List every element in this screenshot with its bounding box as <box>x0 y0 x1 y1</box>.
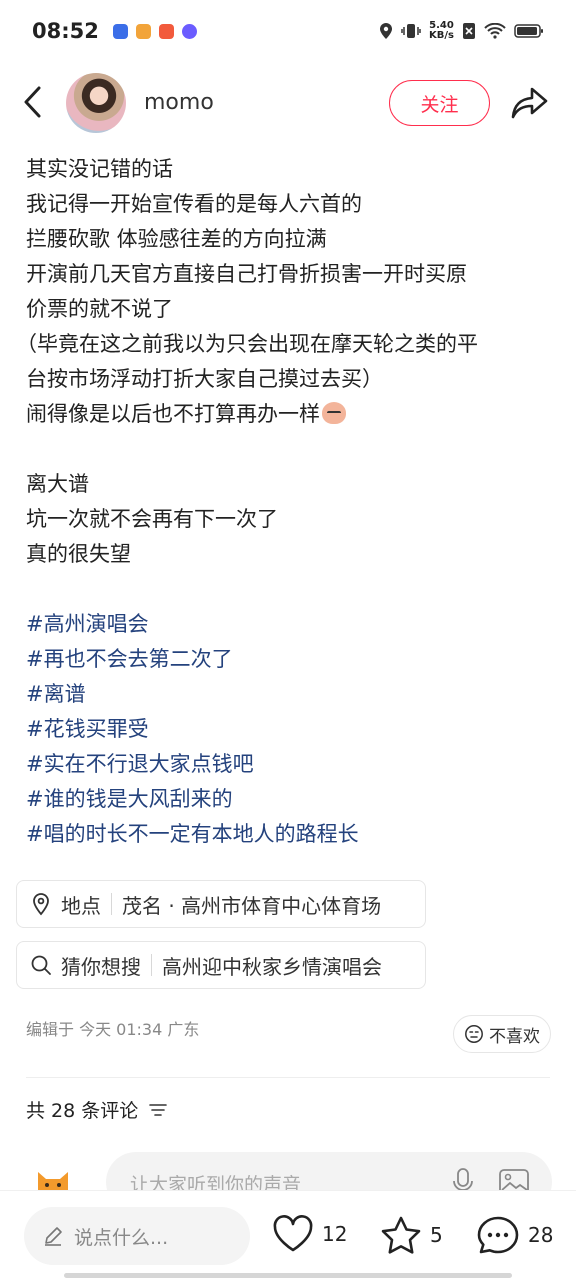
post-text-line: 坑一次就不会再有下一次了 <box>26 507 278 531</box>
net-speed: 5.40 KB/s <box>429 21 454 41</box>
app-notification-icon <box>181 23 197 39</box>
wifi-icon <box>484 23 506 39</box>
post-text-line: 价票的就不说了 <box>26 297 173 321</box>
app-notification-icon <box>135 23 151 39</box>
hashtag-link[interactable]: #谁的钱是大风刮来的 <box>26 782 556 817</box>
post-header: momo 关注 <box>0 66 576 140</box>
pencil-icon <box>45 1227 62 1246</box>
search-icon <box>31 955 51 975</box>
heart-icon <box>273 1215 313 1252</box>
net-speed-unit: KB/s <box>429 30 454 41</box>
search-suggestion-value: 高州迎中秋家乡情演唱会 <box>162 954 382 979</box>
share-icon[interactable] <box>510 84 550 122</box>
home-indicator[interactable] <box>64 1273 512 1278</box>
post-text-line: 离大谱 <box>26 472 89 496</box>
status-bar: 08:52 5.40 KB/s <box>0 0 576 62</box>
status-right: 5.40 KB/s <box>379 21 544 41</box>
post-text: 闹得像是以后也不打算再办一样 <box>26 402 320 426</box>
hashtag-link[interactable]: #再也不会去第二次了 <box>26 642 556 677</box>
app-notification-icon <box>158 23 174 39</box>
collect-button[interactable]: 5 <box>380 1215 443 1255</box>
hashtag-link[interactable]: #唱的时长不一定有本地人的路程长 <box>26 817 556 852</box>
app-notification-icon <box>112 23 128 39</box>
post-text-line: 真的很失望 <box>26 542 131 566</box>
chip-divider <box>151 954 152 976</box>
author-avatar[interactable] <box>66 73 126 133</box>
status-time: 08:52 <box>32 19 99 43</box>
location-status-icon <box>380 23 393 39</box>
hashtag-link[interactable]: #高州演唱会 <box>26 607 556 642</box>
back-arrow-icon[interactable] <box>20 84 46 120</box>
post-content: …………………………………………… 其实没记错的话 我记得一开始宣传看的是每人六… <box>16 138 556 852</box>
divider <box>26 1077 550 1078</box>
post-text-line: 开演前几天官方直接自己打骨折损害一开时买原 <box>26 262 467 286</box>
post-text-line: 其实没记错的话 <box>26 157 173 181</box>
comments-count-text: 共 28 条评论 <box>26 1100 139 1122</box>
sim-status-icon <box>463 23 475 39</box>
bottom-action-bar: 说点什么... 12 5 28 <box>0 1190 576 1280</box>
say-something-placeholder: 说点什么... <box>74 1226 169 1249</box>
post-text-line-with-emoji: 闹得像是以后也不打算再办一样 <box>26 397 556 432</box>
battery-icon <box>514 24 543 38</box>
post-text-line: 拦腰砍歌 体验感往差的方向拉满 <box>26 227 327 251</box>
post-text-line: （毕竟在这之前我以为只会出现在摩天轮之类的平 <box>16 332 478 356</box>
vibrate-icon <box>401 24 421 38</box>
follow-button[interactable]: 关注 <box>389 80 490 126</box>
star-icon <box>381 1216 421 1254</box>
peach-face-emoji-icon <box>322 402 346 424</box>
post-text-line: 我记得一开始宣传看的是每人六首的 <box>26 192 362 216</box>
dislike-button[interactable]: 不喜欢 <box>453 1015 551 1053</box>
say-something-input[interactable]: 说点什么... <box>24 1207 250 1265</box>
search-suggestion-chip[interactable]: 猜你想搜 高州迎中秋家乡情演唱会 <box>16 941 426 989</box>
comment-count: 28 <box>528 1223 554 1247</box>
like-button[interactable]: 12 <box>272 1215 347 1253</box>
neutral-face-icon <box>465 1025 483 1043</box>
location-chip[interactable]: 地点 茂名 · 高州市体育中心体育场 <box>16 880 426 928</box>
collect-count: 5 <box>430 1223 443 1247</box>
dislike-label: 不喜欢 <box>489 1026 540 1047</box>
search-suggestion-label: 猜你想搜 <box>61 954 141 979</box>
status-app-icons <box>112 23 197 39</box>
comment-button[interactable]: 28 <box>476 1215 553 1255</box>
location-pin-icon <box>33 893 49 916</box>
clipped-line-wrapper: …………………………………………… <box>26 138 556 152</box>
comments-count-heading: 共 28 条评论 <box>26 1096 168 1123</box>
post-text-line: 台按市场浮动打折大家自己摸过去买） <box>26 367 383 391</box>
chip-divider <box>111 893 112 915</box>
comment-bubble-icon <box>477 1216 519 1254</box>
author-name[interactable]: momo <box>144 90 214 115</box>
location-value: 茂名 · 高州市体育中心体育场 <box>122 893 382 918</box>
sort-filter-icon[interactable] <box>148 1102 168 1118</box>
hashtag-link[interactable]: #离谱 <box>26 677 556 712</box>
location-label: 地点 <box>61 893 101 918</box>
hashtag-link[interactable]: #实在不行退大家点钱吧 <box>26 747 556 782</box>
like-count: 12 <box>322 1222 348 1246</box>
edit-timestamp: 编辑于 今天 01:34 广东 <box>26 1020 200 1039</box>
hashtag-link[interactable]: #花钱买罪受 <box>26 712 556 747</box>
